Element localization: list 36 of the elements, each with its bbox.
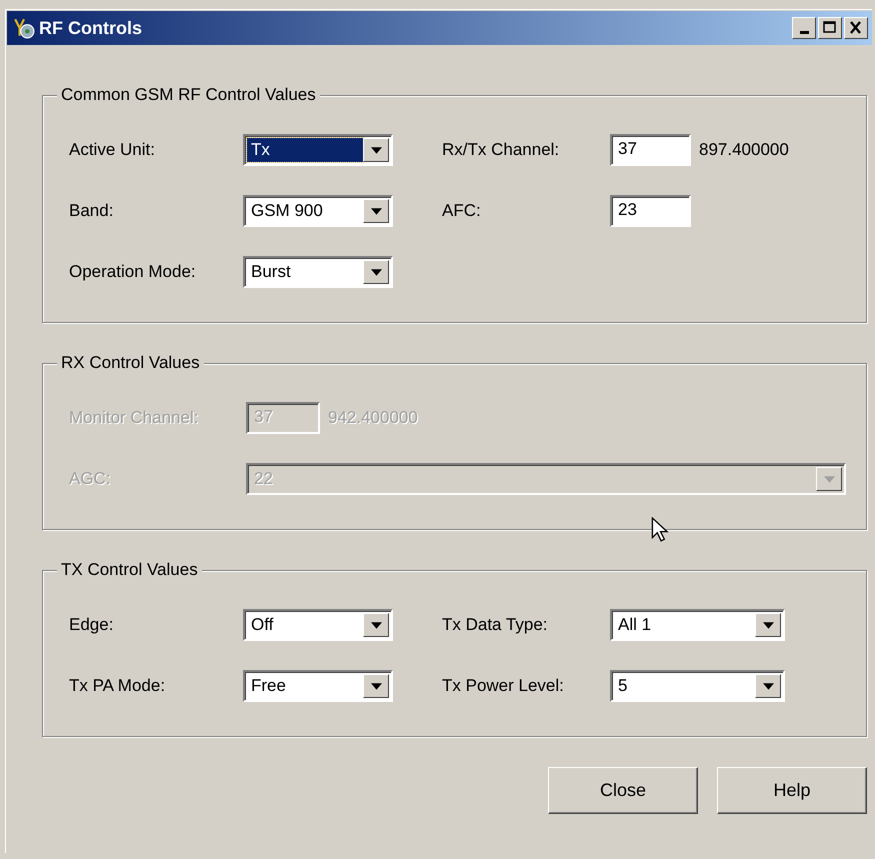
maximize-button[interactable] [818,17,842,39]
antenna-disc-icon [13,17,35,39]
input-field[interactable]: 37 [610,134,691,166]
field-label: Tx PA Mode: [69,676,166,696]
caret-icon [370,622,382,628]
mouse-pointer-icon [651,517,669,543]
minimize-button[interactable] [792,17,816,39]
field-label: Tx Power Level: [442,676,565,696]
field-label: Edge: [69,615,114,635]
dialog-button[interactable]: Close [548,767,698,814]
dialog-button[interactable]: Help [717,767,867,814]
caret-icon [370,682,382,690]
field-label: Operation Mode: [69,262,197,282]
dropdown[interactable]: Tx [243,134,393,166]
caret-icon [762,682,774,690]
caret-icon [824,476,834,482]
close-button[interactable] [844,17,868,39]
field-label: AFC: [442,201,482,221]
dropdown[interactable]: All 1 [610,609,785,641]
dropdown[interactable]: Free [243,670,393,702]
field-label: Band: [69,201,114,221]
field-label: Tx Data Type: [442,615,549,635]
dropdown[interactable]: Burst [243,256,393,288]
dropdown[interactable]: GSM 900 [243,195,393,227]
caret-icon [370,146,382,154]
window-title: RF Controls [39,18,143,38]
dropdown[interactable]: Off [243,609,393,641]
caret-icon [370,268,382,276]
caret-icon [762,622,774,628]
input-field[interactable]: 23 [610,195,691,227]
minimize-icon [800,31,808,34]
caret-icon [370,208,382,214]
dropdown[interactable]: 5 [610,670,785,702]
field-label: Rx/Tx Channel: [442,140,560,160]
frequency-reading: 897.400000 [699,140,789,160]
field-label: Active Unit: [69,140,156,160]
